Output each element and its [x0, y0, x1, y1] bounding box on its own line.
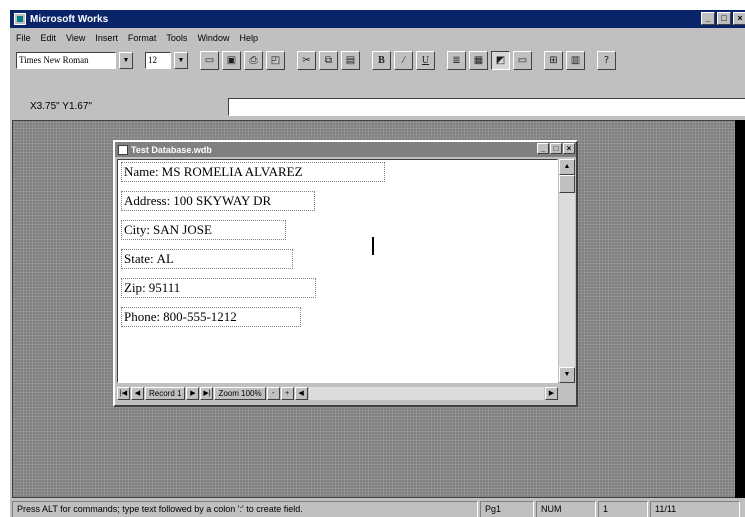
entry-bar-input[interactable] — [228, 98, 745, 116]
menu-edit[interactable]: Edit — [41, 33, 57, 43]
font-size-select[interactable]: 12 — [145, 51, 171, 69]
field-state-label: State — [124, 251, 154, 266]
status-bar: Press ALT for commands; type text follow… — [10, 499, 745, 517]
field-phone[interactable]: Phone800-555-1212 — [121, 307, 301, 327]
new-icon[interactable]: ▭ — [200, 50, 219, 70]
font-name-dropdown-icon[interactable]: ▼ — [119, 51, 133, 69]
font-size-dropdown-icon[interactable]: ▼ — [174, 51, 188, 69]
italic-button[interactable]: / — [394, 50, 413, 70]
close-button[interactable]: × — [733, 12, 745, 25]
works-app-icon[interactable] — [14, 13, 26, 25]
copy-icon[interactable]: ⧉ — [319, 50, 338, 70]
insert-field-icon[interactable]: ⊞ — [544, 50, 563, 70]
field-name-label: Name — [124, 164, 159, 179]
field-name-value[interactable]: MS ROMELIA ALVAREZ — [162, 164, 303, 179]
menu-insert[interactable]: Insert — [95, 33, 118, 43]
form-design-icon[interactable]: ◩ — [491, 50, 510, 70]
underline-button[interactable]: U — [416, 50, 435, 70]
status-record-count: 11/11 — [650, 500, 740, 517]
first-record-icon[interactable]: |◀ — [117, 386, 130, 400]
toolbar: Times New Roman ▼ 12 ▼ ▭ ▣ ⎙ ◰ ✂ ⧉ ▤ B / U ≣ ▦ ◩ ▭ ⊞ ▥? — [10, 48, 745, 72]
field-state[interactable]: StateAL — [121, 249, 293, 269]
status-page: Pg1 — [480, 500, 534, 517]
field-phone-value[interactable]: 800-555-1212 — [163, 309, 237, 324]
field-city[interactable]: CitySAN JOSE — [121, 220, 286, 240]
menu-window[interactable]: Window — [197, 33, 229, 43]
database-minimize-button[interactable]: _ — [537, 143, 549, 154]
save-icon[interactable]: ▣ — [222, 50, 241, 70]
status-message: Press ALT for commands; type text follow… — [12, 500, 478, 517]
record-indicator: Record 1 — [145, 386, 186, 400]
menu-bar: File Edit View Insert Format Tools Windo… — [10, 30, 258, 46]
cut-icon[interactable]: ✂ — [297, 50, 316, 70]
scroll-right-icon[interactable]: ▶ — [545, 386, 558, 400]
print-icon[interactable]: ⎙ — [244, 50, 263, 70]
paste-icon[interactable]: ▤ — [341, 50, 360, 70]
cursor-position-readout: X3.75" Y1.67" — [30, 101, 92, 112]
zoom-out-button[interactable]: - — [266, 386, 280, 400]
field-state-value[interactable]: AL — [157, 251, 174, 266]
font-name-select[interactable]: Times New Roman — [16, 51, 116, 69]
scroll-down-icon[interactable]: ▼ — [559, 367, 575, 383]
form-view-icon[interactable]: ▦ — [469, 50, 488, 70]
resize-grip[interactable] — [559, 385, 575, 401]
list-view-icon[interactable]: ≣ — [447, 50, 466, 70]
field-zip[interactable]: Zip95111 — [121, 278, 316, 298]
menu-file[interactable]: File — [16, 33, 31, 43]
text-cursor — [372, 237, 374, 255]
database-maximize-button[interactable]: □ — [550, 143, 562, 154]
field-phone-label: Phone — [124, 309, 160, 324]
field-zip-label: Zip — [124, 280, 146, 295]
menu-view[interactable]: View — [66, 33, 85, 43]
title-bar[interactable]: Microsoft Works _ □ × — [10, 10, 745, 28]
position-bar: X3.75" Y1.67" — [10, 96, 745, 118]
field-city-value[interactable]: SAN JOSE — [153, 222, 212, 237]
previous-record-icon[interactable]: ◀ — [131, 386, 144, 400]
maximize-button[interactable]: □ — [717, 12, 731, 25]
horizontal-scrollbar[interactable] — [308, 386, 544, 400]
help-icon[interactable]: ? — [597, 50, 616, 70]
menu-tools[interactable]: Tools — [166, 33, 187, 43]
vertical-scrollbar[interactable]: ▲ ▼ — [559, 159, 575, 383]
field-address-value[interactable]: 100 SKYWAY DR — [173, 193, 271, 208]
menu-help[interactable]: Help — [239, 33, 258, 43]
field-address-label: Address — [124, 193, 170, 208]
scroll-left-icon[interactable]: ◀ — [294, 386, 308, 400]
next-record-icon[interactable]: ▶ — [186, 386, 200, 400]
database-window-title-bar[interactable]: Test Database.wdb _ □ × — [115, 142, 576, 157]
address-book-icon[interactable]: ▥ — [566, 50, 585, 70]
minimize-button[interactable]: _ — [701, 12, 715, 25]
status-num-lock: NUM — [536, 500, 596, 517]
last-record-icon[interactable]: ▶| — [200, 386, 214, 400]
database-close-button[interactable]: × — [563, 143, 575, 154]
print-preview-icon[interactable]: ◰ — [266, 50, 285, 70]
field-city-label: City — [124, 222, 150, 237]
works-application-window: Microsoft Works _ □ × File Edit View Ins… — [8, 8, 745, 517]
menu-format[interactable]: Format — [128, 33, 157, 43]
database-document-icon[interactable] — [118, 144, 128, 155]
report-view-icon[interactable]: ▭ — [513, 50, 532, 70]
app-title: Microsoft Works — [30, 13, 109, 25]
zoom-indicator[interactable]: Zoom 100% — [214, 386, 266, 400]
status-record-number: 1 — [598, 500, 648, 517]
field-zip-value[interactable]: 95111 — [149, 280, 181, 295]
vertical-scroll-thumb[interactable] — [559, 175, 575, 193]
scroll-up-icon[interactable]: ▲ — [559, 159, 575, 175]
form-view-area[interactable]: NameMS ROMELIA ALVAREZ Address100 SKYWAY… — [117, 159, 558, 383]
database-window: Test Database.wdb _ □ × NameMS ROMELIA A… — [113, 140, 578, 407]
zoom-in-button[interactable]: + — [280, 386, 294, 400]
database-window-title: Test Database.wdb — [131, 144, 212, 155]
field-name[interactable]: NameMS ROMELIA ALVAREZ — [121, 162, 385, 182]
bold-button[interactable]: B — [372, 50, 391, 70]
record-navigation-bar: |◀ ◀ Record 1 ▶ ▶| Zoom 100% - + ◀ ▶ — [117, 385, 558, 401]
workspace-edge — [735, 120, 745, 498]
field-address[interactable]: Address100 SKYWAY DR — [121, 191, 315, 211]
